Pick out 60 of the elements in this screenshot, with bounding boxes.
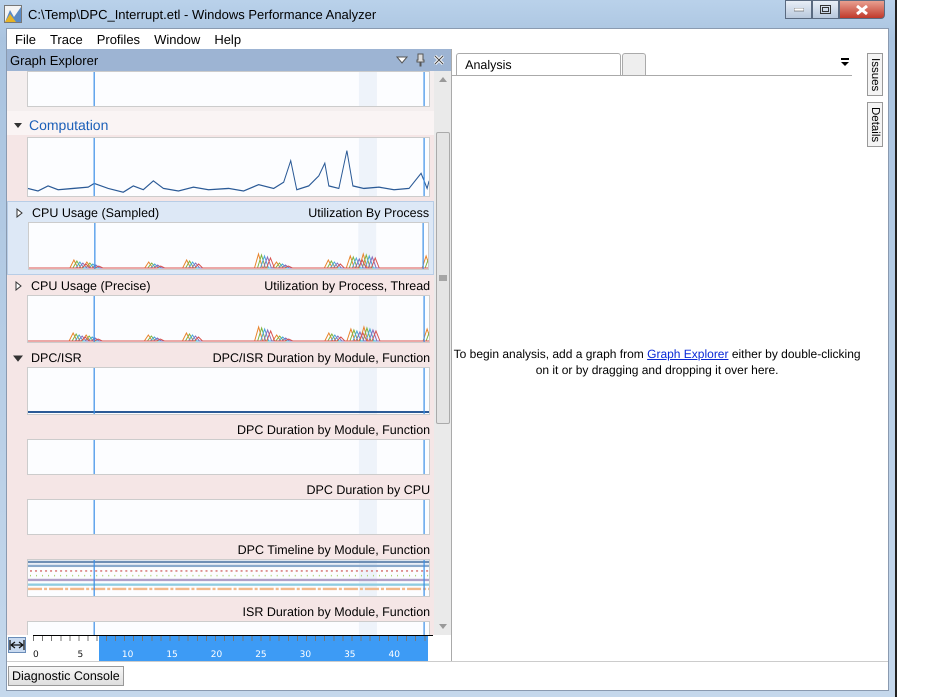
axis-label: 20 xyxy=(210,650,224,661)
grip-icon[interactable] xyxy=(438,275,447,281)
graph-preview-card[interactable]: CPU Usage (Sampled) Utilization By Process xyxy=(7,201,434,275)
menu-item[interactable]: Help xyxy=(208,32,248,46)
close-button[interactable] xyxy=(839,0,885,19)
axis-label: 30 xyxy=(300,650,312,661)
graph-title: Utilization by Process, Thread xyxy=(264,279,430,293)
menu-item[interactable]: Trace xyxy=(44,32,89,46)
graph-preview-card[interactable]: DPC Timeline by Module, Function xyxy=(7,539,434,601)
close-icon[interactable] xyxy=(433,54,446,66)
expand-arrow-icon[interactable] xyxy=(14,208,24,218)
axis-label: 5 xyxy=(77,650,84,661)
graph-preview-card[interactable]: CPU Usage (Precise) Utilization by Process, Thread xyxy=(7,275,434,347)
side-tab[interactable]: Details xyxy=(867,102,884,148)
axis-label: 0 xyxy=(33,650,40,661)
axis-label: 10 xyxy=(122,650,134,661)
graph-preview-card[interactable]: DPC/ISR DPC/ISR Duration by Module, Function xyxy=(7,347,434,419)
hint-text: To begin analysis, add a graph from Graph Explorer either by double-clicking on it or by dragging and dropping it over here. xyxy=(452,346,862,378)
fit-button[interactable] xyxy=(8,637,26,653)
menu-item[interactable]: File xyxy=(9,32,42,46)
scrollbar[interactable] xyxy=(434,71,452,635)
axis-label: 35 xyxy=(344,650,357,661)
expand-arrow-icon[interactable] xyxy=(13,353,23,363)
maximize-button[interactable] xyxy=(812,0,839,19)
graph-preview-card[interactable]: ISR Duration by Module, Function xyxy=(7,601,434,635)
group-title[interactable]: Computation xyxy=(29,117,108,133)
graph-title: DPC/ISR Duration by Module, Function xyxy=(212,351,430,365)
expand-arrow-icon[interactable] xyxy=(13,120,23,130)
time-axis[interactable]: 0 5 10 15 20 25 30 35 40 xyxy=(33,635,433,661)
graph-title: DPC Timeline by Module, Function xyxy=(238,543,430,557)
diagnostic-console-button[interactable]: Diagnostic Console xyxy=(8,666,124,686)
window-title: C:\Temp\DPC_Interrupt.etl - Windows Performance Analyzer xyxy=(28,6,376,22)
graph-category: CPU Usage (Sampled) xyxy=(32,206,160,220)
dropdown-icon[interactable] xyxy=(840,58,850,67)
minimize-icon xyxy=(794,8,804,12)
pin-icon[interactable] xyxy=(416,53,426,67)
pane-title: Graph Explorer xyxy=(10,52,98,68)
graph-title: DPC Duration by CPU xyxy=(306,483,430,497)
axis-label: 25 xyxy=(255,650,268,661)
graph-category: DPC/ISR xyxy=(31,351,82,365)
minimize-button[interactable] xyxy=(785,0,812,19)
graph-category: CPU Usage (Precise) xyxy=(31,279,150,293)
axis-label: 40 xyxy=(388,650,401,661)
graph-title: DPC Duration by Module, Function xyxy=(236,423,430,437)
graph-preview-card[interactable]: DPC Duration by CPU xyxy=(7,479,434,539)
side-tab[interactable]: Issues xyxy=(867,53,884,96)
close-icon xyxy=(855,4,869,14)
graph-title: Utilization By Process xyxy=(308,206,430,220)
menu-item[interactable]: Window xyxy=(148,32,206,46)
dropdown-icon[interactable] xyxy=(396,56,408,64)
axis-label: 15 xyxy=(166,650,179,661)
menu-item[interactable]: Profiles xyxy=(90,32,146,46)
graph-preview-card[interactable] xyxy=(7,135,434,201)
maximize-icon xyxy=(820,5,831,14)
graph-title: ISR Duration by Module, Function xyxy=(242,605,430,619)
app-icon xyxy=(4,5,22,23)
expand-arrow-icon[interactable] xyxy=(13,281,23,291)
graph-explorer-link[interactable]: Graph Explorer xyxy=(647,346,728,360)
analysis-tab[interactable]: Analysis xyxy=(456,53,622,75)
graph-preview-card[interactable]: DPC Duration by Module, Function xyxy=(7,419,434,479)
